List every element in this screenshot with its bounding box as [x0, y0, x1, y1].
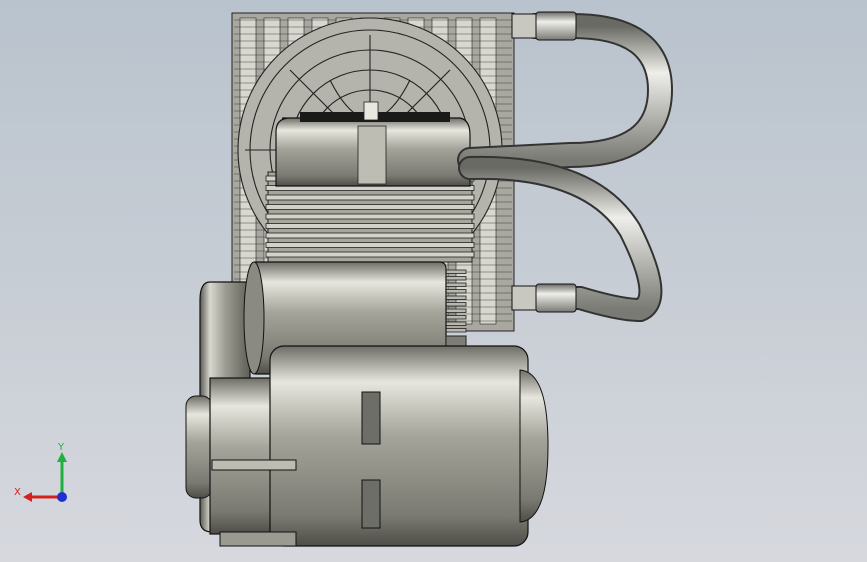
side-fin: [443, 295, 467, 300]
cooling-fin: [265, 213, 475, 220]
orientation-triad[interactable]: Y X: [14, 440, 74, 510]
cooling-fin: [265, 242, 475, 248]
cooling-fin: [265, 204, 475, 210]
side-fin: [443, 269, 467, 274]
x-axis-arrow: [23, 492, 32, 502]
cooling-fin: [265, 223, 475, 229]
cylinder-head[interactable]: [275, 101, 471, 187]
y-axis-label: Y: [57, 442, 65, 453]
cooling-fin: [265, 194, 475, 201]
cooling-fin: [265, 251, 475, 258]
cooling-fin: [265, 232, 475, 239]
x-axis-label: X: [14, 487, 21, 498]
cad-viewport[interactable]: [0, 0, 867, 562]
y-axis-arrow: [57, 452, 67, 462]
side-fin: [443, 289, 467, 294]
side-fin: [443, 328, 467, 333]
side-fin: [443, 302, 467, 307]
side-fin: [443, 276, 467, 281]
side-fin: [443, 315, 467, 320]
z-axis-dot: [57, 492, 67, 502]
side-fin: [443, 282, 467, 287]
side-fin: [443, 308, 467, 313]
side-fin: [443, 321, 467, 326]
